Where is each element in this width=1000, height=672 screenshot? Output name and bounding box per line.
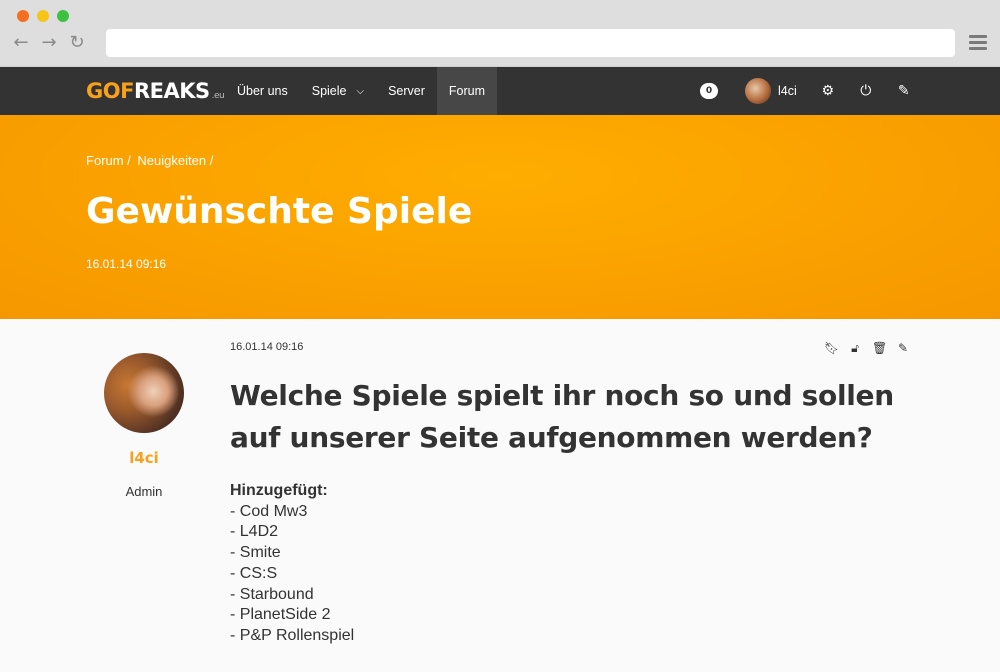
menu-label: Server	[388, 84, 425, 98]
post: 16.01.14 09:16 🔖︎ 🔓︎ 🗑︎ ✎ Welche Spiele …	[230, 341, 910, 647]
list-item: - P&P Rollenspiel	[230, 626, 355, 644]
list-item: - Smite	[230, 544, 281, 562]
power-icon[interactable]: ⏻	[859, 83, 873, 99]
hero-banner: Forum / Neuigkeiten / Gewünschte Spiele …	[0, 115, 1000, 319]
author-avatar[interactable]	[104, 353, 184, 433]
logo-text-1: GO	[86, 79, 121, 103]
trash-icon[interactable]: 🗑︎	[872, 341, 887, 356]
list-item: - CS:S	[230, 564, 278, 582]
gear-icon[interactable]: ⚙	[821, 83, 835, 99]
site-logo[interactable]: GOFREAKS .eu	[86, 79, 225, 103]
menu-item-spiele[interactable]: Spiele ⌵	[300, 67, 376, 115]
post-actions: 🔖︎ 🔓︎ 🗑︎ ✎	[824, 341, 910, 356]
breadcrumb-forum[interactable]: Forum /	[86, 153, 131, 168]
author-role: Admin	[125, 484, 163, 499]
added-label: Hinzugefügt:	[230, 482, 328, 499]
author-name[interactable]: l4ci	[86, 449, 202, 467]
chevron-down-icon: ⌵	[356, 85, 365, 97]
menu-item-ueber-uns[interactable]: Über uns	[225, 67, 300, 115]
reload-icon[interactable]: ↻	[68, 34, 86, 52]
username: l4ci	[778, 84, 797, 98]
bookmark-icon[interactable]: 🔖︎	[824, 341, 839, 356]
menu-label: Forum	[448, 84, 486, 98]
main-menu: Über uns Spiele ⌵ Server Forum	[225, 67, 498, 115]
list-item: - Cod Mw3	[230, 502, 308, 520]
arrow-left-icon[interactable]: ←	[12, 34, 30, 52]
close-window-button[interactable]	[17, 10, 29, 22]
logo-text-3: REAKS	[133, 79, 210, 103]
browser-nav: ← → ↻	[12, 34, 86, 52]
logo-tld: .eu	[211, 91, 225, 101]
menu-label: Über uns	[237, 84, 288, 98]
breadcrumb-neuigkeiten[interactable]: Neuigkeiten /	[137, 153, 213, 168]
breadcrumb: Forum / Neuigkeiten /	[86, 153, 216, 168]
thread-date: 16.01.14 09:16	[86, 257, 167, 271]
pencil-icon[interactable]: ✎	[896, 341, 910, 356]
unlock-icon[interactable]: 🔓︎	[848, 341, 862, 356]
magic-wand-icon[interactable]: ✎	[897, 83, 911, 99]
minimize-window-button[interactable]	[37, 10, 49, 22]
window-controls	[17, 10, 69, 22]
user-menu[interactable]: l4ci	[745, 78, 797, 104]
list-item: - L4D2	[230, 523, 279, 541]
address-bar[interactable]	[106, 29, 955, 57]
menu-item-server[interactable]: Server	[376, 67, 437, 115]
browser-chrome: ← → ↻	[0, 0, 1000, 67]
post-body: Hinzugefügt: - Cod Mw3 - L4D2 - Smite - …	[230, 481, 910, 647]
site-navbar: GOFREAKS .eu Über uns Spiele ⌵ Server Foru…	[0, 67, 1000, 115]
maximize-window-button[interactable]	[57, 10, 69, 22]
menu-label: Spiele	[311, 84, 347, 98]
author-card: l4ci Admin	[86, 353, 202, 499]
post-date: 16.01.14 09:16	[230, 341, 304, 353]
user-nav: 0 l4ci ⚙ ⏻ ✎	[700, 67, 911, 115]
hamburger-icon[interactable]	[969, 35, 987, 53]
list-item: - Starbound	[230, 585, 314, 603]
notification-badge[interactable]: 0	[700, 83, 718, 99]
post-area: l4ci Admin 16.01.14 09:16 🔖︎ 🔓︎ 🗑︎ ✎ Wel…	[0, 319, 1000, 672]
list-item: - PlanetSide 2	[230, 606, 331, 624]
page-title: Gewünschte Spiele	[86, 191, 473, 232]
arrow-right-icon[interactable]: →	[40, 34, 58, 52]
post-title: Welche Spiele spielt ihr noch so und sol…	[230, 379, 894, 454]
avatar	[745, 78, 771, 104]
menu-item-forum[interactable]: Forum	[436, 67, 498, 115]
logo-text-2: F	[120, 79, 134, 103]
